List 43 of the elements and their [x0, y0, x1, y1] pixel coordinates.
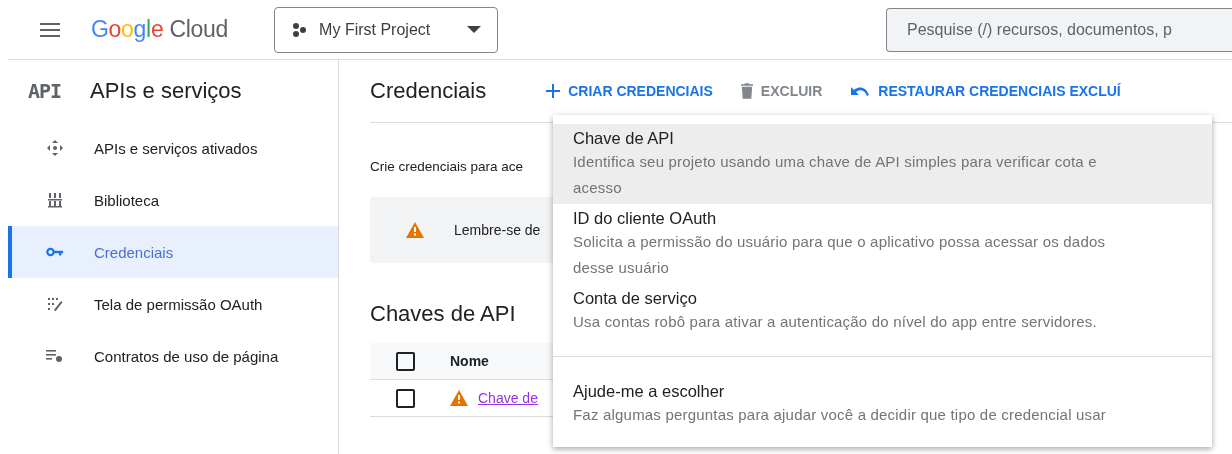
api-key-link[interactable]: Chave de	[478, 390, 538, 406]
dotted-check-icon	[46, 296, 64, 312]
api-label: API	[28, 79, 63, 103]
plus-icon	[546, 84, 561, 98]
sidebar-item[interactable]: Contratos de uso de página	[8, 330, 338, 382]
page-title: Credenciais	[370, 78, 487, 104]
library-icon	[46, 192, 64, 208]
google-cloud-logo[interactable]: Google Cloud	[91, 16, 229, 43]
section-title: APIs e serviços	[90, 78, 242, 104]
menu-item-description: Usa contas robô para ativar a autenticação do nível do app entre servidores.	[573, 312, 1098, 332]
intro-text: Crie credenciais para ace	[370, 159, 524, 174]
column-header[interactable]: Nome	[450, 353, 489, 369]
key-icon	[46, 247, 64, 257]
sidebar-item[interactable]: Tela de permissão OAuth	[8, 278, 338, 330]
warning-icon	[406, 222, 424, 238]
notice-text: Lembre-se de	[454, 222, 541, 238]
toolbar-button[interactable]: CRIAR CREDENCIAIS	[546, 83, 713, 99]
sidebar-item[interactable]: APIs e serviços ativados	[8, 122, 338, 174]
project-selector[interactable]: My First Project	[274, 6, 499, 53]
menu-item[interactable]: Ajude-me a escolher Faz algumas perguntas para ajudar você a decidir que tipo de credencial usar	[553, 377, 1212, 431]
menu-item-description: Solicita a permissão do usuário para que o aplicativo possa acessar os dados desse usuário	[573, 232, 1107, 278]
menu-item-title: Ajude-me a escolher	[573, 381, 726, 402]
sidebar-item[interactable]: Credenciais	[8, 226, 338, 278]
menu-item-title: Conta de serviço	[573, 288, 698, 309]
move-arrows-icon	[46, 140, 64, 156]
checkbox[interactable]	[396, 388, 415, 408]
checkbox[interactable]	[396, 351, 415, 371]
menu-icon[interactable]	[40, 22, 60, 37]
menu-item[interactable]: ID do cliente OAuth Solicita a permissão do usuário para que o aplicativo possa acessar os dados desse usuário	[553, 204, 1212, 284]
menu-item-title: ID do cliente OAuth	[573, 208, 718, 229]
search-field[interactable]: Pesquise (/) recursos, documentos, p	[886, 7, 1232, 52]
trash-icon	[740, 83, 753, 99]
sidebar-item[interactable]: Biblioteca	[8, 174, 338, 226]
undo-icon	[850, 85, 871, 97]
menu-item-description: Faz algumas perguntas para ajudar você a decidir que tipo de credencial usar	[573, 405, 1107, 425]
menu-item-description: Identifica seu projeto usando uma chave de API simples para verificar cota e acesso	[573, 152, 1098, 198]
menu-item[interactable]: Conta de serviço Usa contas robô para ativar a autenticação do nível do app entre servidores.	[553, 284, 1212, 338]
section-title: Chaves de API	[370, 301, 516, 327]
caret-icon	[467, 26, 482, 33]
menu-item-title: Chave de API	[573, 128, 675, 149]
list-settings-icon	[46, 348, 64, 364]
toolbar-button[interactable]: RESTAURAR CREDENCIAIS EXCLUÍ	[850, 83, 1121, 99]
menu-item[interactable]: Chave de API Identifica seu projeto usando uma chave de API simples para verificar cota e acesso	[553, 124, 1212, 204]
